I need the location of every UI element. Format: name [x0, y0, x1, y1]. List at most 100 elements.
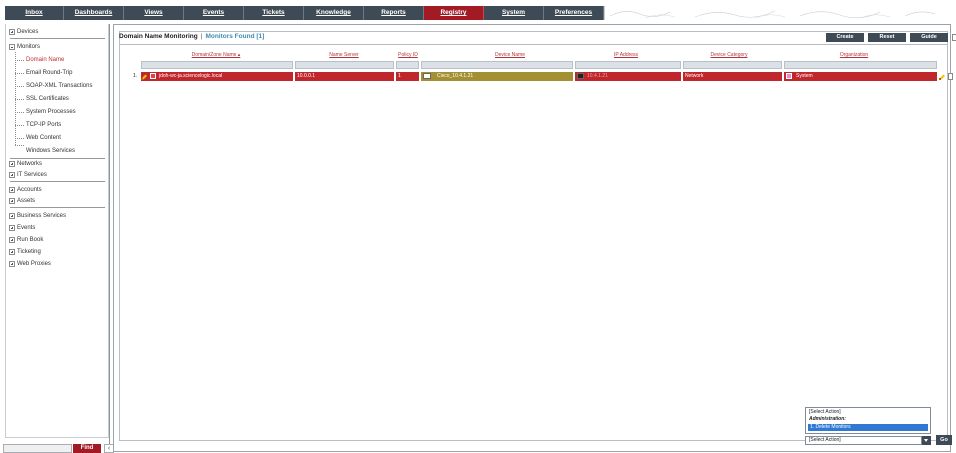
title-separator: |: [200, 33, 203, 40]
expand-web-proxies-icon[interactable]: [9, 261, 15, 267]
tab-reports[interactable]: Reports: [364, 6, 424, 20]
cell-policy-id: 1: [396, 72, 419, 81]
tab-preferences[interactable]: Preferences: [544, 6, 604, 20]
column-header-policy-id[interactable]: Policy ID: [398, 52, 418, 58]
sidebar-item-web-content[interactable]: Web Content: [26, 134, 61, 142]
sidebar-item-networks[interactable]: Networks: [17, 160, 42, 168]
expand-events-icon[interactable]: [9, 225, 15, 231]
expand-run-book-icon[interactable]: [9, 237, 15, 243]
header-divider: [119, 44, 948, 45]
filter-name-server-input[interactable]: [295, 61, 394, 69]
expand-assets-icon[interactable]: [9, 198, 15, 204]
sidebar-item-business-services[interactable]: Business Services: [17, 212, 66, 220]
row-checkbox[interactable]: [948, 73, 953, 80]
collapse-monitors-icon[interactable]: [9, 44, 15, 50]
create-button[interactable]: Create: [826, 33, 864, 42]
tree-connector: [15, 86, 24, 87]
monitor-status-icon: [150, 73, 156, 79]
filter-ip-address-input[interactable]: [575, 61, 681, 69]
cell-domain[interactable]: jdoh-wc-ja.sciencelogic.local: [141, 72, 293, 81]
sidebar-item-soap-xml[interactable]: SOAP-XML Transactions: [26, 82, 92, 90]
expand-devices-icon[interactable]: [9, 29, 15, 35]
page-title: Domain Name Monitoring | Monitors Found [1…: [119, 33, 264, 40]
row-edit-icon[interactable]: [939, 73, 946, 80]
sidebar-item-accounts[interactable]: Accounts: [17, 186, 42, 194]
go-button[interactable]: Go: [936, 435, 952, 445]
monitors-found-count: Monitors Found [1]: [205, 33, 265, 40]
sidebar-item-run-book[interactable]: Run Book: [17, 236, 43, 244]
divider: [10, 181, 105, 182]
filter-device-name-input[interactable]: [421, 61, 573, 69]
organization-icon: [786, 73, 792, 79]
tab-tickets[interactable]: Tickets: [244, 6, 304, 20]
tab-views[interactable]: Views: [124, 6, 184, 20]
cell-device-name[interactable]: Cisco_10.4.1.21: [421, 72, 573, 81]
edit-icon[interactable]: [141, 73, 148, 80]
sidebar-item-system-processes[interactable]: System Processes: [26, 108, 76, 116]
expand-business-services-icon[interactable]: [9, 213, 15, 219]
sidebar-item-devices[interactable]: Devices: [17, 28, 38, 36]
expand-accounts-icon[interactable]: [9, 187, 15, 193]
column-header-domain[interactable]: Domain/Zone Name ▴: [192, 52, 241, 58]
filter-row: [114, 61, 948, 69]
filter-domain-input[interactable]: [141, 61, 293, 69]
column-header-ip-address[interactable]: IP Address: [614, 52, 638, 58]
column-header-organization[interactable]: Organization: [840, 52, 868, 58]
sidebar-item-it-services[interactable]: IT Services: [17, 171, 47, 179]
action-group-administration: Administration:: [809, 416, 846, 422]
divider: [10, 38, 105, 39]
wave-pattern-icon: [609, 10, 936, 19]
sidebar-item-ssl-certificates[interactable]: SSL Certificates: [26, 95, 69, 103]
cell-ip-address: 10.4.1.21: [575, 72, 681, 81]
sidebar-item-windows-services[interactable]: Windows Services: [26, 147, 75, 155]
action-dropdown-list: [Select Action] Administration: 1. Delet…: [805, 407, 931, 434]
page-title-text: Domain Name Monitoring: [119, 33, 198, 40]
tree-connector: [15, 99, 24, 100]
filter-organization-input[interactable]: [784, 61, 937, 69]
chevron-down-icon[interactable]: [922, 436, 931, 445]
expand-it-services-icon[interactable]: [9, 172, 15, 178]
content-frame: [119, 31, 948, 441]
tab-events[interactable]: Events: [184, 6, 244, 20]
sidebar-search-input[interactable]: [3, 444, 72, 453]
divider: [10, 207, 105, 208]
table-row[interactable]: 1. jdoh-wc-ja.sciencelogic.local 10.0.0.…: [114, 72, 953, 81]
tab-inbox[interactable]: Inbox: [5, 6, 64, 20]
action-option-placeholder[interactable]: [Select Action]: [809, 409, 841, 415]
column-header-device-name[interactable]: Device Name: [495, 52, 525, 58]
device-icon: [423, 73, 431, 79]
expand-networks-icon[interactable]: [9, 161, 15, 167]
tree-connector: [15, 60, 24, 61]
sidebar-item-domain-name[interactable]: Domain Name: [26, 56, 64, 64]
row-number: 1.: [133, 73, 138, 79]
sidebar-item-assets[interactable]: Assets: [17, 197, 35, 205]
find-button[interactable]: Find: [73, 444, 101, 453]
sidebar-item-events[interactable]: Events: [17, 224, 35, 232]
sidebar-item-tcp-ip-ports[interactable]: TCP-IP Ports: [26, 121, 61, 129]
sidebar-item-web-proxies[interactable]: Web Proxies: [17, 260, 51, 268]
expand-ticketing-icon[interactable]: [9, 249, 15, 255]
action-select[interactable]: [Select Action]: [805, 436, 922, 445]
column-header-device-category[interactable]: Device Category: [711, 52, 748, 58]
tab-registry[interactable]: Registry: [424, 6, 484, 20]
tree-connector: [15, 73, 24, 74]
tab-dashboards[interactable]: Dashboards: [64, 6, 124, 20]
sidebar-tree: Devices Monitors Domain Name Email Round…: [5, 24, 109, 438]
tab-system[interactable]: System: [484, 6, 544, 20]
main-panel: Domain Name Monitoring | Monitors Found [1…: [113, 24, 956, 452]
filter-device-category-input[interactable]: [683, 61, 782, 69]
sidebar-item-ticketing[interactable]: Ticketing: [17, 248, 41, 256]
column-header-name-server[interactable]: Name Server: [329, 52, 358, 58]
tab-knowledge[interactable]: Knowledge: [304, 6, 364, 20]
select-all-checkbox[interactable]: [952, 34, 956, 41]
guide-button[interactable]: Guide: [910, 33, 948, 42]
filter-policy-id-input[interactable]: [396, 61, 419, 69]
tree-connector: [15, 138, 24, 139]
cell-organization[interactable]: System: [784, 72, 937, 81]
action-option-delete-monitors[interactable]: 1. Delete Monitors: [808, 424, 928, 431]
reset-button[interactable]: Reset: [868, 33, 906, 42]
cell-device-category: Network: [683, 72, 782, 81]
sidebar-item-email-round-trip[interactable]: Email Round-Trip: [26, 69, 72, 77]
tree-connector: [15, 125, 24, 126]
sidebar-item-monitors[interactable]: Monitors: [17, 43, 40, 51]
